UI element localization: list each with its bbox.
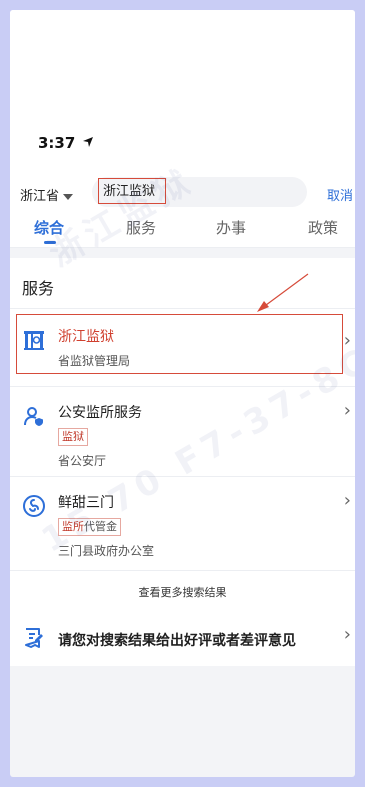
phone-screen: 3:37 浙江省 浙江监狱 取消 综合 服务 办事 政策 服务 浙江监狱 省监狱… xyxy=(10,10,355,777)
